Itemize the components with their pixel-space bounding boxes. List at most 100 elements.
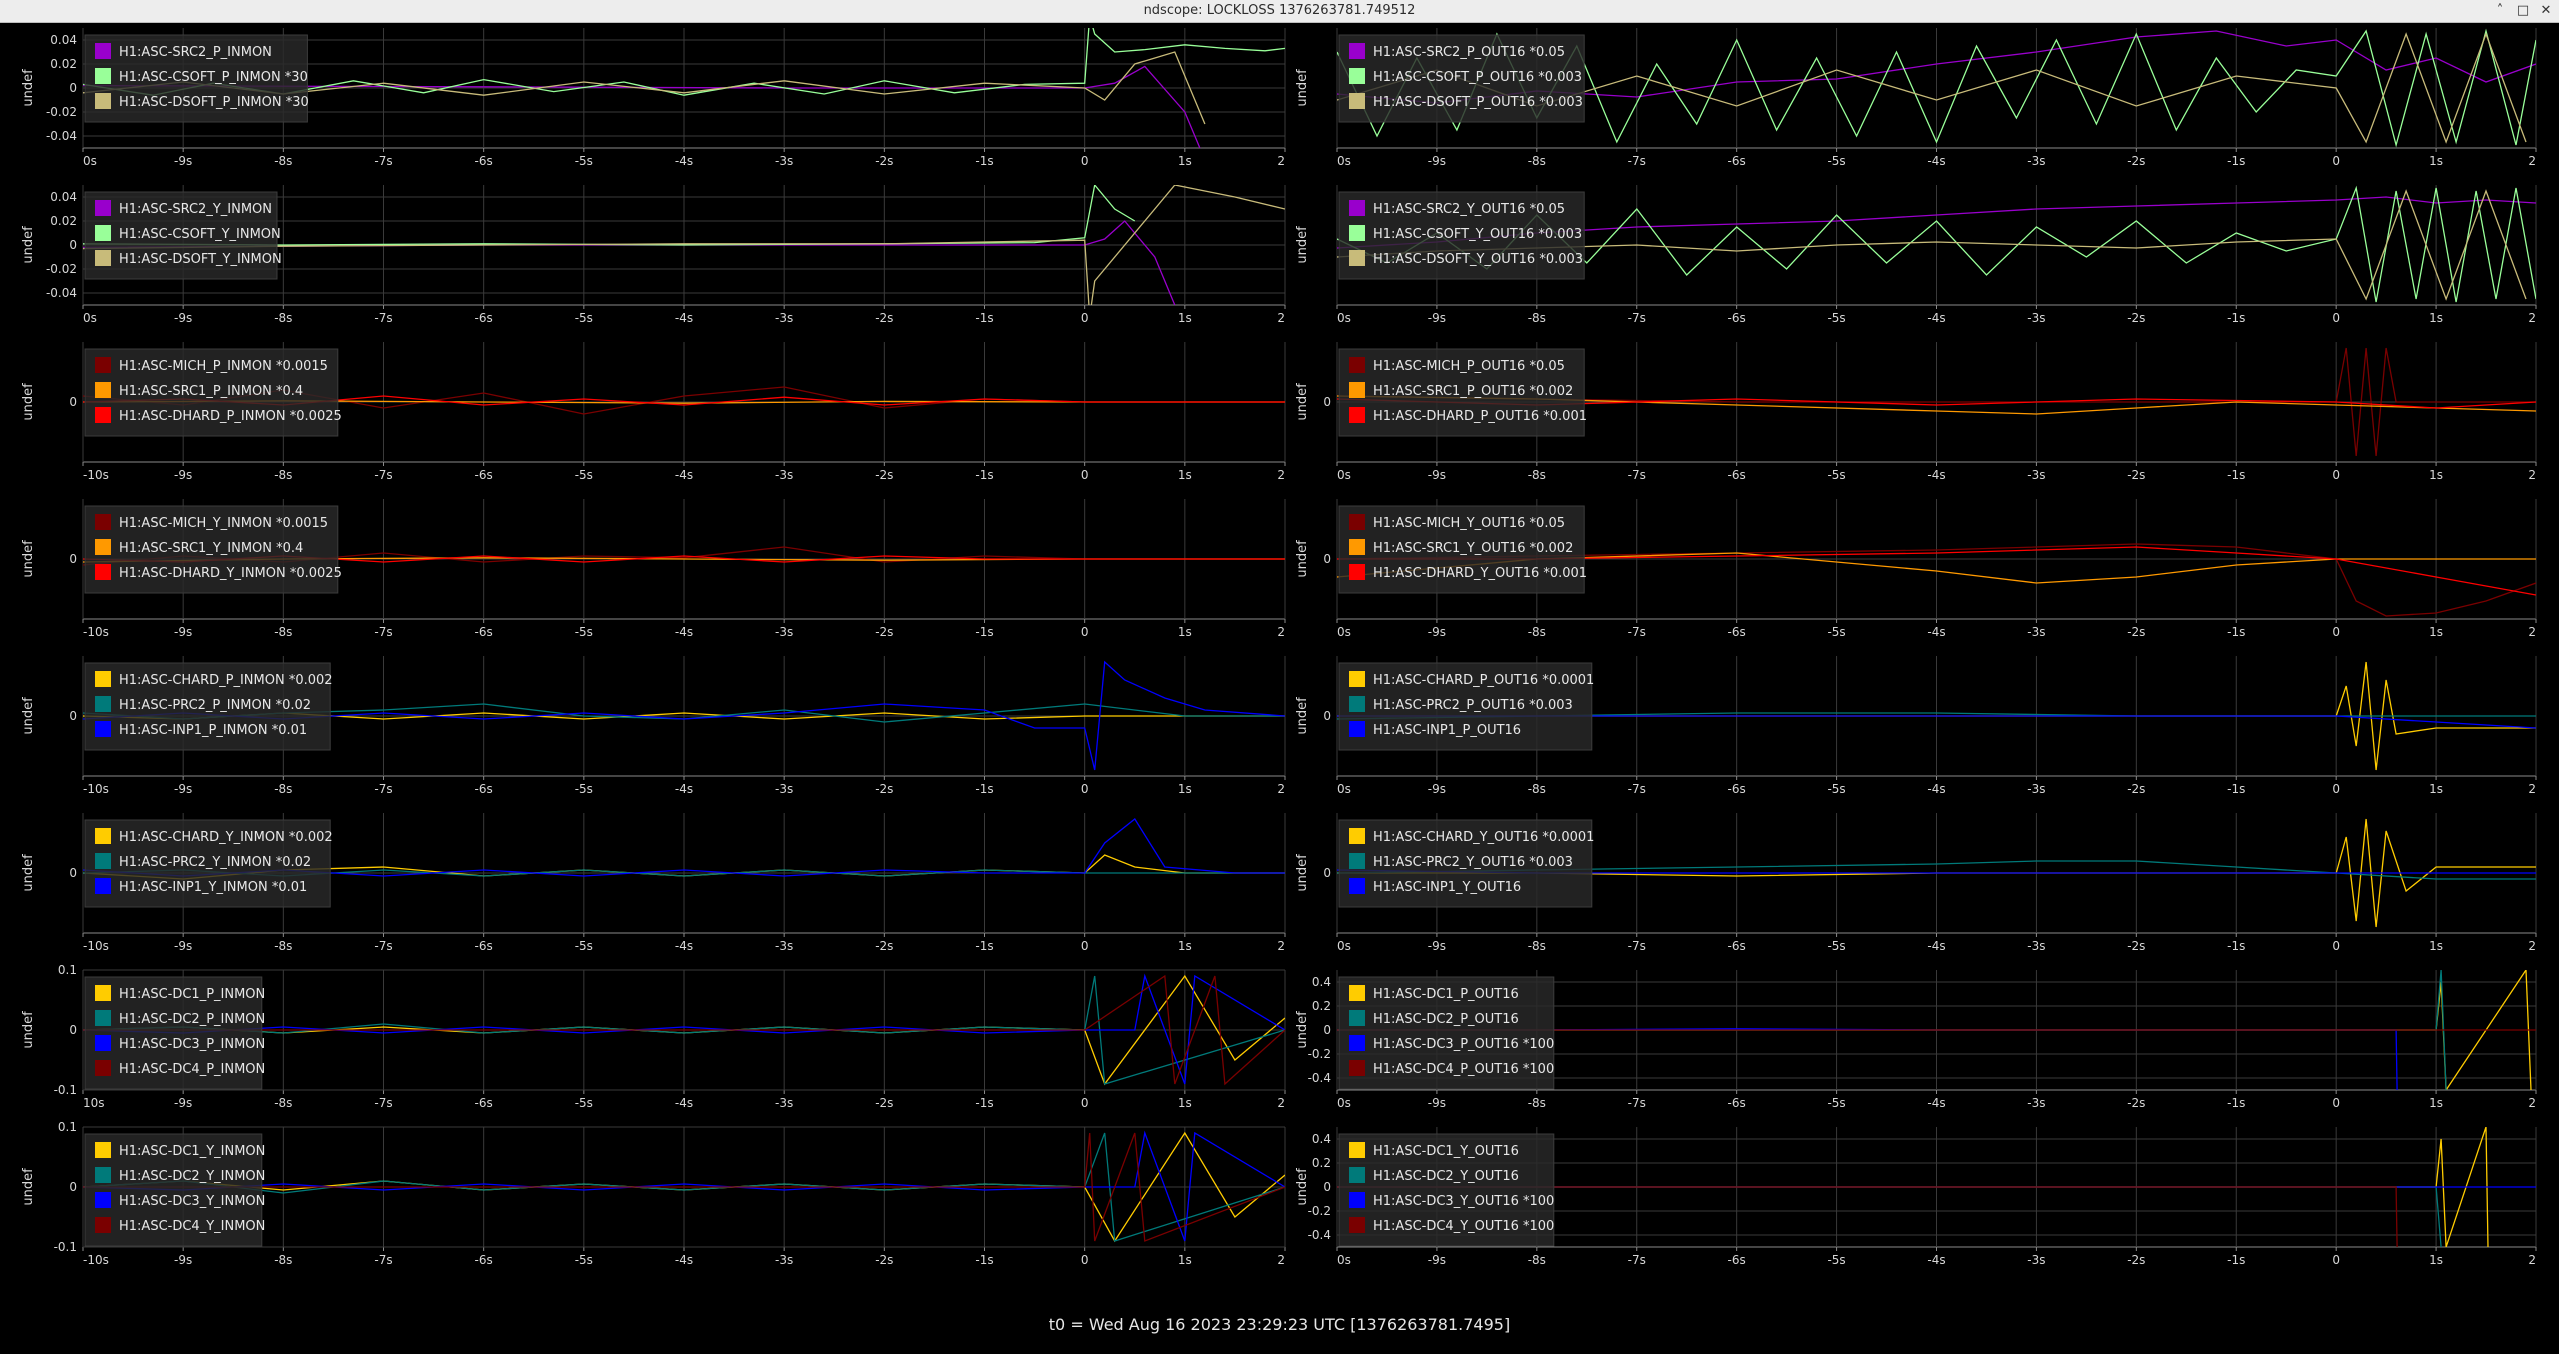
plot-panel-r2c1[interactable]: 0s -9s -8s -7s -6s -5s -4s -3s -2s -1s 0 1s 2 0 undef H… (1295, 342, 2537, 482)
legend-entry[interactable]: H1:ASC-PRC2_P_INMON *0.02 (119, 698, 311, 713)
legend[interactable]: H1:ASC-SRC2_P_INMON H1:ASC-CSOFT_P_INMON … (84, 34, 309, 123)
legend-entry[interactable]: H1:ASC-DHARD_P_OUT16 *0.001 (1373, 409, 1587, 424)
legend[interactable]: H1:ASC-CHARD_P_INMON *0.002 H1:ASC-PRC2_P… (84, 662, 333, 751)
legend-entry[interactable]: H1:ASC-DC1_Y_INMON (119, 1144, 265, 1159)
legend-entry[interactable]: H1:ASC-INP1_P_OUT16 (1373, 723, 1521, 738)
x-tick-label: -3s (2027, 939, 2045, 953)
legend-entry[interactable]: H1:ASC-CHARD_P_INMON *0.002 (119, 673, 333, 688)
legend-entry[interactable]: H1:ASC-DSOFT_P_OUT16 *0.003 (1373, 95, 1583, 110)
legend-entry[interactable]: H1:ASC-DC3_Y_INMON (119, 1194, 265, 1209)
plot-panel-r7c1[interactable]: 0s -9s -8s -7s -6s -5s -4s -3s -2s -1s 0 1s 2 0.4 0.2 0… (1295, 1127, 2537, 1267)
legend[interactable]: H1:ASC-MICH_P_OUT16 *0.05 H1:ASC-SRC1_P_O… (1338, 348, 1587, 437)
maximize-icon[interactable]: □ (2514, 2, 2532, 20)
legend-entry[interactable]: H1:ASC-DC4_P_INMON (119, 1062, 265, 1077)
legend-entry[interactable]: H1:ASC-DC4_P_OUT16 *100 (1373, 1062, 1554, 1077)
legend-entry[interactable]: H1:ASC-DC3_P_INMON (119, 1037, 265, 1052)
legend-entry[interactable]: H1:ASC-SRC1_Y_INMON *0.4 (119, 541, 303, 556)
legend[interactable]: H1:ASC-MICH_P_INMON *0.0015 H1:ASC-SRC1_P… (84, 348, 342, 437)
legend-entry[interactable]: H1:ASC-MICH_Y_INMON *0.0015 (119, 516, 328, 531)
legend-entry[interactable]: H1:ASC-CHARD_P_OUT16 *0.0001 (1373, 673, 1594, 688)
legend[interactable]: H1:ASC-CHARD_Y_INMON *0.002 H1:ASC-PRC2_Y… (84, 819, 333, 908)
plot-panel-r7c0[interactable]: -10s -9s -8s -7s -6s -5s -4s -3s -2s -1s 0 1s 2 0.1 0 -… (21, 1120, 1286, 1267)
x-tick-label: -3s (2027, 782, 2045, 796)
close-icon[interactable]: ✕ (2537, 2, 2555, 20)
plot-panel-r3c0[interactable]: -10s -9s -8s -7s -6s -5s -4s -3s -2s -1s 0 1s 2 0 unde… (21, 499, 1286, 639)
plot-panel-r6c1[interactable]: 0s -9s -8s -7s -6s -5s -4s -3s -2s -1s 0 1s 2 0.4 0.2 0… (1295, 970, 2537, 1110)
legend[interactable]: H1:ASC-DC1_P_INMON H1:ASC-DC2_P_INMON H1:A… (84, 976, 265, 1090)
legend-entry[interactable]: H1:ASC-MICH_P_OUT16 *0.05 (1373, 359, 1565, 374)
legend[interactable]: H1:ASC-MICH_Y_OUT16 *0.05 H1:ASC-SRC1_Y_O… (1338, 505, 1587, 594)
legend[interactable]: H1:ASC-SRC2_P_OUT16 *0.05 H1:ASC-CSOFT_P_… (1338, 34, 1585, 123)
legend-entry[interactable]: H1:ASC-MICH_P_INMON *0.0015 (119, 359, 328, 374)
legend-entry[interactable]: H1:ASC-CHARD_Y_OUT16 *0.0001 (1373, 830, 1594, 845)
legend-entry[interactable]: H1:ASC-DC1_P_OUT16 (1373, 987, 1519, 1002)
legend-entry[interactable]: H1:ASC-DC2_Y_INMON (119, 1169, 265, 1184)
legend-entry[interactable]: H1:ASC-SRC2_P_OUT16 *0.05 (1373, 45, 1565, 60)
plot-panel-r3c1[interactable]: 0s -9s -8s -7s -6s -5s -4s -3s -2s -1s 0 1s 2 0 undef H… (1295, 499, 2537, 639)
minimize-icon[interactable]: ˄ (2491, 2, 2509, 20)
legend-entry[interactable]: H1:ASC-DC1_Y_OUT16 (1373, 1144, 1519, 1159)
plot-panel-r2c0[interactable]: -10s -9s -8s -7s -6s -5s -4s -3s -2s -1s 0 1s 2 0 unde… (21, 342, 1286, 482)
plot-panel-r5c0[interactable]: -10s -9s -8s -7s -6s -5s -4s -3s -2s -1s 0 1s 2 0 unde… (21, 813, 1286, 953)
legend-swatch (1349, 1010, 1365, 1026)
legend-entry[interactable]: H1:ASC-DC3_P_OUT16 *100 (1373, 1037, 1554, 1052)
legend-entry[interactable]: H1:ASC-DSOFT_Y_INMON (119, 252, 282, 267)
legend[interactable]: H1:ASC-CHARD_Y_OUT16 *0.0001 H1:ASC-PRC2_… (1338, 819, 1594, 908)
legend-entry[interactable]: H1:ASC-SRC2_Y_OUT16 *0.05 (1373, 202, 1565, 217)
x-tick-label: -9s (1428, 939, 1446, 953)
plot-panel-r6c0[interactable]: 10s -9s -8s -7s -6s -5s -4s -3s -2s -1s 0 1s 2 0.1 0 -0… (21, 963, 1286, 1110)
legend-entry[interactable]: H1:ASC-SRC2_P_INMON (119, 45, 272, 60)
x-tick-label: -6s (1728, 939, 1746, 953)
legend-entry[interactable]: H1:ASC-DC3_Y_OUT16 *100 (1373, 1194, 1554, 1209)
plot-panel-r1c0[interactable]: 0s -9s -8s -7s -6s -5s -4s -3s -2s -1s 0 1s 2 0.04 0.0… (21, 185, 1286, 325)
x-tick-label: -7s (1628, 625, 1646, 639)
plot-panel-r0c0[interactable]: 0s -9s -8s -7s -6s -5s -4s -3s -2s -1s 0 1s 2 0.04 0.0… (21, 23, 1286, 168)
legend-entry[interactable]: H1:ASC-CHARD_Y_INMON *0.002 (119, 830, 333, 845)
legend-entry[interactable]: H1:ASC-INP1_Y_OUT16 (1373, 880, 1521, 895)
legend-entry[interactable]: H1:ASC-DHARD_Y_OUT16 *0.001 (1373, 566, 1587, 581)
legend-entry[interactable]: H1:ASC-PRC2_Y_INMON *0.02 (119, 855, 311, 870)
legend[interactable]: H1:ASC-DC1_P_OUT16 H1:ASC-DC2_P_OUT16 H1:A… (1338, 976, 1555, 1090)
legend[interactable]: H1:ASC-MICH_Y_INMON *0.0015 H1:ASC-SRC1_Y… (84, 505, 342, 594)
plot-panel-r4c1[interactable]: 0s -9s -8s -7s -6s -5s -4s -3s -2s -1s 0 1s 2 0 undef H… (1295, 656, 2537, 796)
legend-entry[interactable]: H1:ASC-MICH_Y_OUT16 *0.05 (1373, 516, 1565, 531)
legend-swatch (1349, 721, 1365, 737)
legend-entry[interactable]: H1:ASC-DC1_P_INMON (119, 987, 265, 1002)
legend-entry[interactable]: H1:ASC-CSOFT_P_INMON *30 (119, 70, 308, 85)
plot-panel-r4c0[interactable]: -10s -9s -8s -7s -6s -5s -4s -3s -2s -1s 0 1s 2 0 unde… (21, 656, 1286, 796)
legend-entry[interactable]: H1:ASC-DHARD_P_INMON *0.0025 (119, 409, 342, 424)
plot-grid[interactable]: 0s -9s -8s -7s -6s -5s -4s -3s -2s -1s 0 1s 2 0.04 0.0… (0, 23, 2559, 1313)
x-tick-label: 1s (1178, 625, 1192, 639)
legend-entry[interactable]: H1:ASC-PRC2_P_OUT16 *0.003 (1373, 698, 1573, 713)
plot-panel-r1c1[interactable]: 0s -9s -8s -7s -6s -5s -4s -3s -2s -1s 0 1s 2 undef H1… (1295, 185, 2537, 325)
legend[interactable]: H1:ASC-CHARD_P_OUT16 *0.0001 H1:ASC-PRC2_… (1338, 662, 1594, 751)
legend-entry[interactable]: H1:ASC-CSOFT_Y_OUT16 *0.003 (1373, 227, 1582, 242)
legend-entry[interactable]: H1:ASC-DSOFT_Y_OUT16 *0.003 (1373, 252, 1583, 267)
legend-entry[interactable]: H1:ASC-SRC1_P_OUT16 *0.002 (1373, 384, 1573, 399)
legend-entry[interactable]: H1:ASC-PRC2_Y_OUT16 *0.003 (1373, 855, 1573, 870)
legend-entry[interactable]: H1:ASC-INP1_Y_INMON *0.01 (119, 880, 307, 895)
legend-entry[interactable]: H1:ASC-CSOFT_P_OUT16 *0.003 (1373, 70, 1582, 85)
legend-entry[interactable]: H1:ASC-SRC1_Y_OUT16 *0.002 (1373, 541, 1573, 556)
legend-entry[interactable]: H1:ASC-SRC1_P_INMON *0.4 (119, 384, 303, 399)
legend[interactable]: H1:ASC-DC1_Y_INMON H1:ASC-DC2_Y_INMON H1:A… (84, 1133, 265, 1247)
window-titlebar[interactable]: ndscope: LOCKLOSS 1376263781.749512 ˄ □ … (0, 0, 2559, 23)
legend-entry[interactable]: H1:ASC-DC2_P_OUT16 (1373, 1012, 1519, 1027)
legend-entry[interactable]: H1:ASC-DC4_Y_INMON (119, 1219, 265, 1234)
legend[interactable]: H1:ASC-SRC2_Y_INMON H1:ASC-CSOFT_Y_INMON H… (84, 191, 282, 280)
x-tick-label: 0 (2332, 311, 2340, 325)
plot-panel-r5c1[interactable]: 0s -9s -8s -7s -6s -5s -4s -3s -2s -1s 0 1s 2 0 undef H… (1295, 813, 2537, 953)
plot-panel-r0c1[interactable]: 0s -9s -8s -7s -6s -5s -4s -3s -2s -1s 0 1s 2 undef H1… (1295, 28, 2537, 168)
legend[interactable]: H1:ASC-SRC2_Y_OUT16 *0.05 H1:ASC-CSOFT_Y_… (1338, 191, 1585, 280)
legend-entry[interactable]: H1:ASC-DC2_P_INMON (119, 1012, 265, 1027)
x-tick-label: -6s (475, 311, 493, 325)
legend-entry[interactable]: H1:ASC-DHARD_Y_INMON *0.0025 (119, 566, 342, 581)
legend[interactable]: H1:ASC-DC1_Y_OUT16 H1:ASC-DC2_Y_OUT16 H1:A… (1338, 1133, 1554, 1247)
legend-entry[interactable]: H1:ASC-DSOFT_P_INMON *30 (119, 95, 309, 110)
legend-entry[interactable]: H1:ASC-DC2_Y_OUT16 (1373, 1169, 1519, 1184)
legend-entry[interactable]: H1:ASC-INP1_P_INMON *0.01 (119, 723, 307, 738)
plot-canvas[interactable]: 0s -9s -8s -7s -6s -5s -4s -3s -2s -1s 0 1s 2 0.04 0.0… (0, 23, 2559, 1313)
legend-entry[interactable]: H1:ASC-CSOFT_Y_INMON (119, 227, 281, 242)
legend-entry[interactable]: H1:ASC-DC4_Y_OUT16 *100 (1373, 1219, 1554, 1234)
legend-entry[interactable]: H1:ASC-SRC2_Y_INMON (119, 202, 272, 217)
